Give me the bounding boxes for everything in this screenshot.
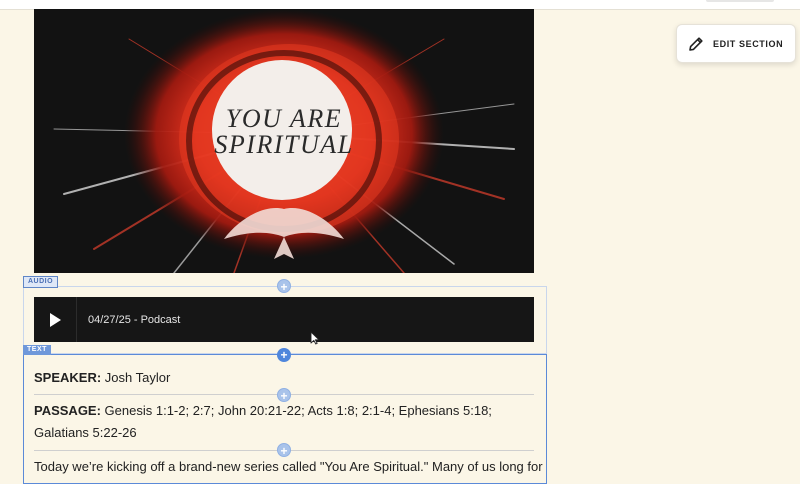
track-title: 04/27/25 - Podcast xyxy=(88,313,181,326)
play-icon xyxy=(50,312,61,327)
text-block-tag: TEXT xyxy=(23,345,51,355)
artwork-title-line2: SPIRITUAL xyxy=(214,130,354,159)
play-button[interactable] xyxy=(34,297,77,342)
artwork-title-line1: YOU ARE xyxy=(225,104,343,133)
series-artwork: YOU ARE SPIRITUAL xyxy=(34,9,534,273)
speaker-label: SPEAKER: xyxy=(34,370,102,385)
passage-label: PASSAGE: xyxy=(34,403,101,418)
speaker-value: Josh Taylor xyxy=(101,370,171,385)
add-block-above-audio-button[interactable]: + xyxy=(277,279,291,294)
speaker-line: SPEAKER: Josh Taylor xyxy=(34,367,534,389)
intro-paragraph: Today we’re kicking off a brand-new seri… xyxy=(34,459,543,474)
mouse-cursor-icon xyxy=(310,331,320,345)
passage-value: Genesis 1:1-2; 2:7; John 20:21-22; Acts … xyxy=(34,403,492,440)
toolbar-tab[interactable] xyxy=(706,0,774,2)
pencil-icon xyxy=(689,36,703,51)
add-block-after-passage-button[interactable]: + xyxy=(277,443,291,458)
add-block-above-text-button[interactable]: + xyxy=(277,348,291,362)
edit-section-button[interactable]: EDIT SECTION xyxy=(676,24,796,63)
audio-block-tag: AUDIO xyxy=(23,276,59,288)
edit-section-label: EDIT SECTION xyxy=(713,38,784,49)
audio-player: 04/27/25 - Podcast xyxy=(34,297,534,342)
passage-line: PASSAGE: Genesis 1:1-2; 2:7; John 20:21-… xyxy=(34,400,534,444)
